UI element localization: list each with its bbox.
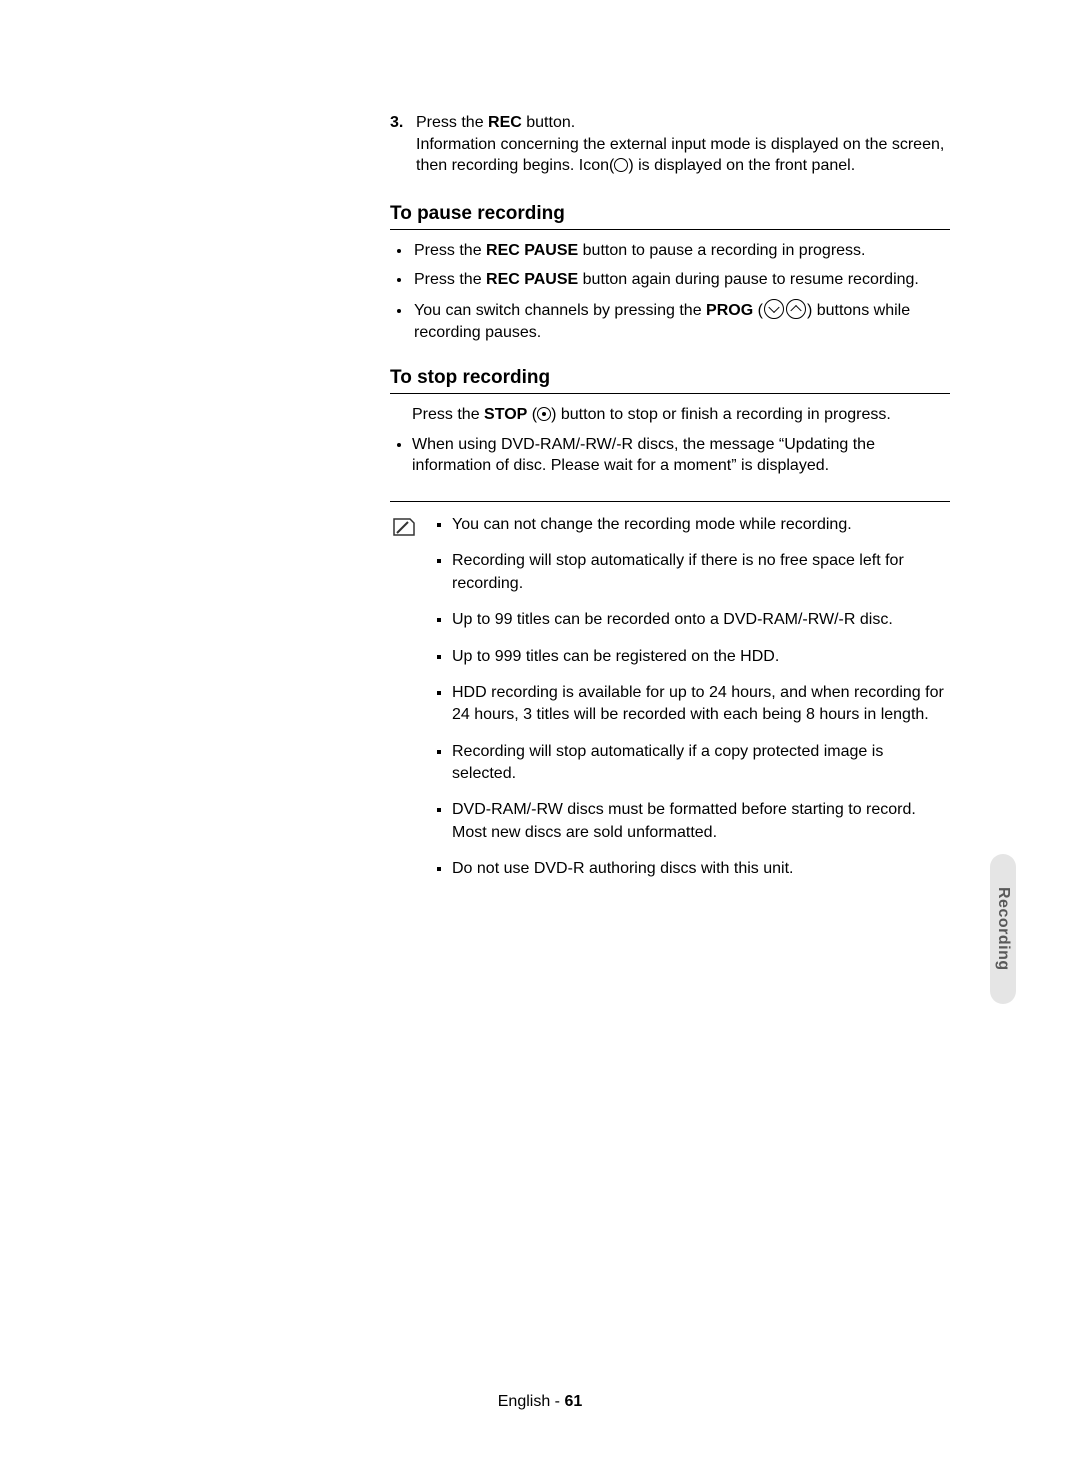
heading-pause: To pause recording (390, 203, 950, 230)
footer-language: English - (498, 1393, 565, 1410)
note-6: Recording will stop automatically if a c… (452, 741, 950, 786)
text: button again during pause to resume reco… (578, 271, 919, 288)
section-tab-label: Recording (994, 887, 1012, 971)
text: button to stop or finish a recording in … (561, 406, 891, 423)
step-3: 3. Press the REC button. Information con… (390, 112, 950, 177)
text: Press the (412, 406, 484, 423)
note-4: Up to 999 titles can be registered on th… (452, 646, 950, 668)
notes-block: You can not change the recording mode wh… (390, 514, 950, 895)
notes-list: You can not change the recording mode wh… (434, 514, 950, 895)
text: You can switch channels by pressing the (414, 302, 706, 319)
prog-up-icon (786, 299, 806, 319)
note-3: Up to 99 titles can be recorded onto a D… (452, 609, 950, 631)
stop-icon (537, 407, 551, 421)
pause-bullet-2: Press the REC PAUSE button again during … (412, 269, 950, 291)
prog-label: PROG (706, 302, 753, 319)
notes-divider (390, 501, 950, 502)
note-8: Do not use DVD-R authoring discs with th… (452, 858, 950, 880)
text: Press the (414, 271, 486, 288)
note-2: Recording will stop automatically if the… (452, 550, 950, 595)
pause-bullet-1: Press the REC PAUSE button to pause a re… (412, 240, 950, 262)
stop-bullet-1: When using DVD-RAM/-RW/-R discs, the mes… (412, 434, 950, 477)
note-7: DVD-RAM/-RW discs must be formatted befo… (452, 799, 950, 844)
stop-bullets: When using DVD-RAM/-RW/-R discs, the mes… (412, 434, 950, 477)
pause-bullets: Press the REC PAUSE button to pause a re… (412, 240, 950, 343)
page-footer: English - 61 (0, 1393, 1080, 1411)
rec-pause-label: REC PAUSE (486, 271, 578, 288)
record-icon (614, 158, 628, 172)
heading-stop: To stop recording (390, 367, 950, 394)
left-figure-placeholder (100, 100, 360, 1380)
rec-pause-label: REC PAUSE (486, 242, 578, 259)
step-body: Press the REC button. Information concer… (416, 112, 950, 177)
prog-down-icon (764, 299, 784, 319)
step-text-pre: Press the (416, 114, 488, 131)
step-detail: Information concerning the external inpu… (416, 136, 944, 175)
stop-label: STOP (484, 406, 527, 423)
step-number: 3. (390, 112, 408, 177)
section-tab-recording: Recording (990, 854, 1016, 1004)
note-icon (390, 516, 418, 538)
footer-page-number: 61 (564, 1393, 582, 1410)
step-text-post: button. (522, 114, 575, 131)
stop-intro: Press the STOP () button to stop or fini… (412, 404, 950, 426)
main-content: 3. Press the REC button. Information con… (390, 112, 950, 895)
pause-bullet-3: You can switch channels by pressing the … (412, 299, 950, 343)
note-5: HDD recording is available for up to 24 … (452, 682, 950, 727)
text: Press the (414, 242, 486, 259)
note-1: You can not change the recording mode wh… (452, 514, 950, 536)
rec-label: REC (488, 114, 522, 131)
document-page: 3. Press the REC button. Information con… (0, 0, 1080, 1481)
text: button to pause a recording in progress. (578, 242, 865, 259)
